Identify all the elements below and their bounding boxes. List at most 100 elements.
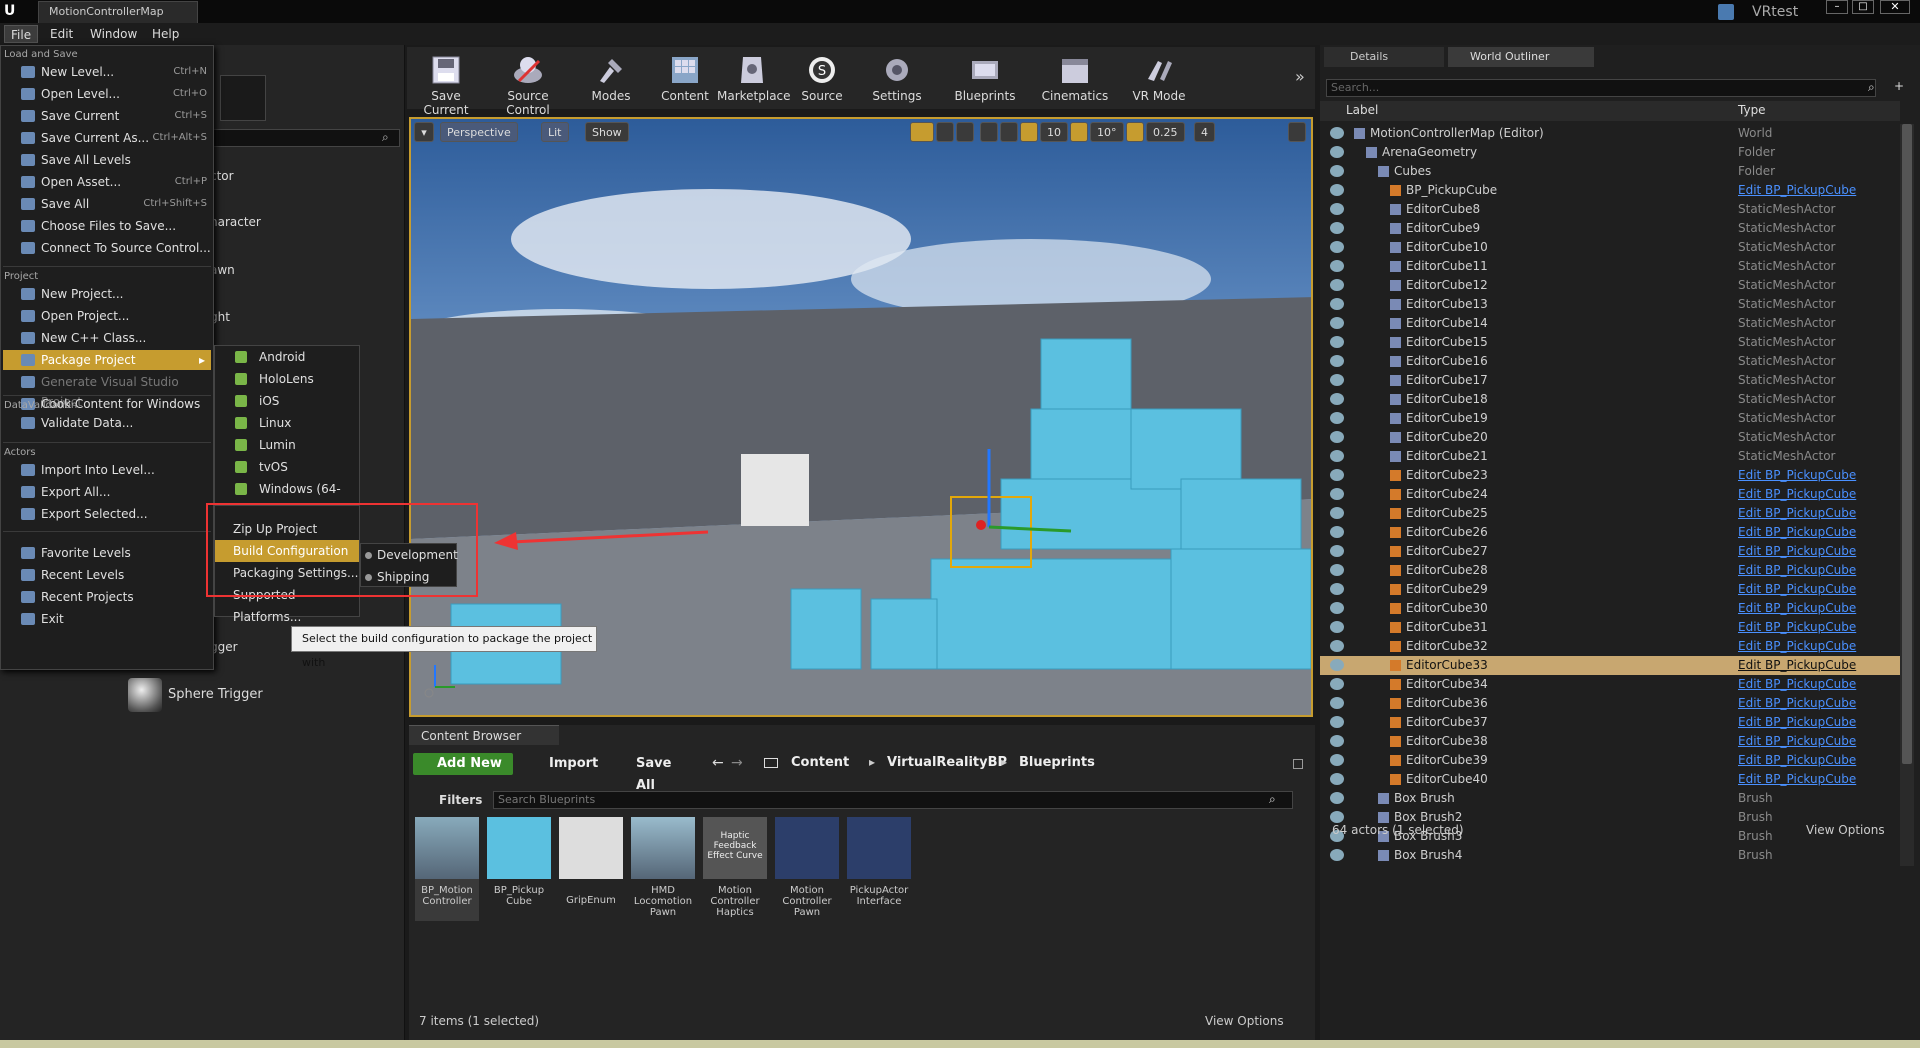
outliner-row[interactable]: EditorCube26 Edit BP_PickupCube (1320, 523, 1900, 542)
cinematics-button[interactable]: Cinematics (1035, 47, 1115, 109)
project-menu-item[interactable]: Open Project... (3, 306, 211, 326)
row-type[interactable]: Edit BP_PickupCube (1738, 751, 1856, 770)
rotation-snap-icon[interactable] (1070, 122, 1088, 142)
placeable-character[interactable]: haracter (210, 215, 261, 229)
row-type[interactable]: Edit BP_PickupCube (1738, 504, 1856, 523)
outliner-row[interactable]: EditorCube31 Edit BP_PickupCube (1320, 618, 1900, 637)
tab-world-outliner[interactable]: World Outliner (1448, 47, 1594, 67)
visibility-eye-icon[interactable] (1330, 393, 1344, 405)
visibility-eye-icon[interactable] (1330, 526, 1344, 538)
blueprint-search-input[interactable]: Search Blueprints (493, 791, 1293, 809)
placeable-sphere-trigger[interactable]: Sphere Trigger (168, 687, 263, 702)
visibility-eye-icon[interactable] (1330, 127, 1344, 139)
tab-details[interactable]: Details (1324, 47, 1444, 67)
outliner-scrollbar[interactable] (1900, 124, 1914, 866)
load-save-menu-item[interactable]: Choose Files to Save... (3, 216, 211, 236)
visibility-eye-icon[interactable] (1330, 317, 1344, 329)
outliner-row[interactable]: EditorCube24 Edit BP_PickupCube (1320, 485, 1900, 504)
lit-button[interactable]: Lit (541, 122, 569, 142)
actors-menu-item[interactable]: Export All... (3, 482, 211, 502)
outliner-row[interactable]: EditorCube19 StaticMeshActor (1320, 409, 1900, 428)
world-space-icon[interactable] (980, 122, 998, 142)
asset-tile[interactable]: BP_Pickup Cube (487, 817, 551, 921)
visibility-eye-icon[interactable] (1330, 583, 1344, 595)
surface-snap-icon[interactable] (1000, 122, 1018, 142)
save-current-button[interactable]: Save Current (407, 47, 485, 117)
type-column-header[interactable]: Type (1738, 103, 1766, 117)
add-actor-icon[interactable]: + (1894, 79, 1912, 97)
load-save-menu-item[interactable]: Open Asset... Ctrl+P (3, 172, 211, 192)
grid-snap-value[interactable]: 10 (1040, 122, 1068, 142)
outliner-row[interactable]: EditorCube39 Edit BP_PickupCube (1320, 751, 1900, 770)
visibility-eye-icon[interactable] (1330, 602, 1344, 614)
visibility-eye-icon[interactable] (1330, 754, 1344, 766)
filters-button[interactable]: Filters (415, 791, 487, 809)
bottom-menu-item[interactable]: Recent Levels (3, 565, 211, 585)
outliner-row[interactable]: EditorCube30 Edit BP_PickupCube (1320, 599, 1900, 618)
visibility-eye-icon[interactable] (1330, 431, 1344, 443)
camera-speed-button[interactable]: 4 (1194, 122, 1215, 142)
visibility-eye-icon[interactable] (1330, 336, 1344, 348)
row-type[interactable]: Edit BP_PickupCube (1738, 675, 1856, 694)
outliner-row[interactable]: EditorCube20 StaticMeshActor (1320, 428, 1900, 447)
breadcrumb-virtualrealitybp[interactable]: VirtualRealityBP (887, 755, 1007, 770)
datavalidation-menu-item[interactable]: Validate Data... (3, 413, 211, 433)
viewport-options-button[interactable]: ▾ (414, 122, 434, 142)
project-menu-item[interactable]: Generate Visual Studio Project (3, 372, 211, 409)
marketplace-button[interactable]: Marketplace (717, 47, 791, 109)
outliner-row[interactable]: EditorCube32 Edit BP_PickupCube (1320, 637, 1900, 656)
outliner-row[interactable]: EditorCube16 StaticMeshActor (1320, 352, 1900, 371)
content-browser-tab[interactable]: Content Browser (409, 725, 559, 745)
actors-menu-item[interactable]: Import Into Level... (3, 460, 211, 480)
row-type[interactable]: Edit BP_PickupCube (1738, 542, 1856, 561)
asset-tile[interactable]: HMD Locomotion Pawn (631, 817, 695, 921)
row-type[interactable]: Edit BP_PickupCube (1738, 694, 1856, 713)
load-save-menu-item[interactable]: Connect To Source Control... (3, 238, 211, 258)
visibility-eye-icon[interactable] (1330, 203, 1344, 215)
scale-snap-icon[interactable] (1126, 122, 1144, 142)
row-type[interactable]: Edit BP_PickupCube (1738, 770, 1856, 789)
package-platform-item[interactable]: iOS (215, 390, 359, 412)
outliner-row[interactable]: EditorCube9 StaticMeshActor (1320, 219, 1900, 238)
forward-arrow-icon[interactable]: → (731, 755, 743, 771)
visibility-eye-icon[interactable] (1330, 355, 1344, 367)
outliner-row[interactable]: EditorCube11 StaticMeshActor (1320, 257, 1900, 276)
outliner-row[interactable]: EditorCube14 StaticMeshActor (1320, 314, 1900, 333)
asset-tile[interactable]: BP_Motion Controller (415, 817, 479, 921)
minimize-button[interactable]: – (1826, 0, 1848, 14)
add-new-button[interactable]: Add New (413, 753, 513, 775)
visibility-eye-icon[interactable] (1330, 241, 1344, 253)
project-menu-item[interactable]: Package Project ▸ (3, 350, 211, 370)
breadcrumb-blueprints[interactable]: Blueprints (1019, 755, 1095, 770)
menu-file[interactable]: File (4, 25, 39, 43)
project-menu-item[interactable]: New C++ Class... (3, 328, 211, 348)
visibility-eye-icon[interactable] (1330, 222, 1344, 234)
bottom-menu-item[interactable]: Exit (3, 609, 211, 629)
visibility-eye-icon[interactable] (1330, 374, 1344, 386)
translate-tool-icon[interactable] (910, 122, 934, 142)
visibility-eye-icon[interactable] (1330, 412, 1344, 424)
outliner-search-input[interactable]: Search... (1326, 79, 1876, 97)
load-save-menu-item[interactable]: Save Current Ctrl+S (3, 106, 211, 126)
visibility-eye-icon[interactable] (1330, 849, 1344, 861)
visibility-eye-icon[interactable] (1330, 279, 1344, 291)
visibility-eye-icon[interactable] (1330, 298, 1344, 310)
project-menu-item[interactable]: New Project... (3, 284, 211, 304)
asset-tile[interactable]: Haptic Feedback Effect Curve Motion Cont… (703, 817, 767, 921)
load-save-menu-item[interactable]: New Level... Ctrl+N (3, 62, 211, 82)
visibility-eye-icon[interactable] (1330, 621, 1344, 633)
actors-menu-item[interactable]: Export Selected... (3, 504, 211, 524)
source-control-button[interactable]: Source Control (485, 47, 571, 117)
row-type[interactable]: Edit BP_PickupCube (1738, 713, 1856, 732)
outliner-row[interactable]: EditorCube17 StaticMeshActor (1320, 371, 1900, 390)
perspective-button[interactable]: Perspective (440, 122, 518, 142)
outliner-row[interactable]: EditorCube38 Edit BP_PickupCube (1320, 732, 1900, 751)
content-view-options-button[interactable]: View Options (1205, 1014, 1284, 1028)
bottom-menu-item[interactable]: Recent Projects (3, 587, 211, 607)
outliner-row[interactable]: Box Brush5 Brush (1320, 865, 1900, 866)
visibility-eye-icon[interactable] (1330, 792, 1344, 804)
source-button[interactable]: S Source (793, 47, 851, 109)
load-save-menu-item[interactable]: Save All Levels (3, 150, 211, 170)
outliner-row[interactable]: ArenaGeometry Folder (1320, 143, 1900, 162)
import-button[interactable]: Import (529, 753, 601, 775)
